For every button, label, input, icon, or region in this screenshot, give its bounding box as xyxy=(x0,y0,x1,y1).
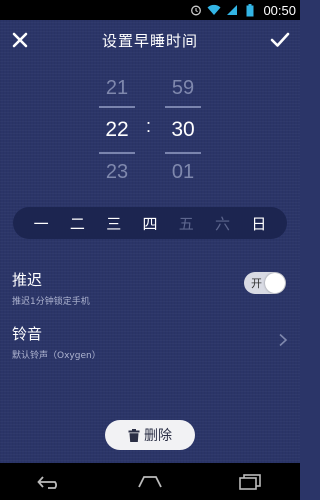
navigation-bar xyxy=(0,463,300,500)
battery-icon xyxy=(243,3,257,17)
delete-button[interactable]: 删除 xyxy=(105,420,195,450)
picker-divider xyxy=(165,106,201,108)
confirm-button[interactable] xyxy=(266,26,294,54)
minute-picker[interactable]: 59 30 01 xyxy=(162,70,204,190)
minute-next[interactable]: 01 xyxy=(162,154,204,190)
close-button[interactable] xyxy=(6,26,34,54)
delete-label: 删除 xyxy=(144,428,172,444)
hour-picker[interactable]: 21 22 23 xyxy=(96,70,138,190)
top-bar: 设置早睡时间 xyxy=(0,22,300,58)
status-time: 00:50 xyxy=(263,2,296,18)
picker-divider xyxy=(99,152,135,154)
weekday-sat[interactable]: 六 xyxy=(211,213,235,234)
weekday-thu[interactable]: 四 xyxy=(138,213,162,234)
time-picker: 21 22 23 : 59 30 01 xyxy=(0,70,300,190)
snooze-description: 推迟1分钟锁定手机 xyxy=(12,297,90,307)
weekday-fri[interactable]: 五 xyxy=(174,213,198,234)
alarm-settings-screen: 00:50 设置早睡时间 21 22 23 : 59 30 01 一 二 三 四… xyxy=(0,0,300,500)
weekday-wed[interactable]: 三 xyxy=(102,213,126,234)
trash-icon xyxy=(128,428,140,442)
recent-apps-button[interactable] xyxy=(230,469,270,495)
minute-selected[interactable]: 30 xyxy=(162,112,204,148)
alarm-icon xyxy=(189,3,203,17)
weekday-sun[interactable]: 日 xyxy=(247,213,271,234)
home-button[interactable] xyxy=(130,469,170,495)
wifi-icon xyxy=(207,3,221,17)
picker-divider xyxy=(165,152,201,154)
hour-prev[interactable]: 21 xyxy=(96,70,138,106)
hour-next[interactable]: 23 xyxy=(96,154,138,190)
weekday-selector: 一 二 三 四 五 六 日 xyxy=(13,207,287,239)
close-icon xyxy=(12,32,28,48)
picker-divider xyxy=(99,106,135,108)
weekday-mon[interactable]: 一 xyxy=(29,213,53,234)
hour-selected[interactable]: 22 xyxy=(96,112,138,148)
chevron-right-icon[interactable] xyxy=(278,333,288,347)
status-bar: 00:50 xyxy=(0,0,300,20)
back-icon xyxy=(37,475,58,489)
toggle-knob xyxy=(265,273,285,293)
ringtone-setting[interactable]: 铃音 默认铃声（Oxygen） xyxy=(12,323,290,361)
time-separator: : xyxy=(146,116,152,136)
back-button[interactable] xyxy=(30,469,70,495)
snooze-toggle[interactable]: 开 xyxy=(244,272,286,294)
page-title: 设置早睡时间 xyxy=(101,31,198,50)
check-icon xyxy=(270,32,290,47)
signal-icon xyxy=(225,3,239,17)
recent-apps-icon xyxy=(239,473,261,490)
home-icon xyxy=(138,475,162,487)
ringtone-label: 铃音 xyxy=(12,325,43,343)
toggle-label: 开 xyxy=(251,277,262,290)
minute-prev[interactable]: 59 xyxy=(162,70,204,106)
ringtone-description: 默认铃声（Oxygen） xyxy=(12,351,101,361)
weekday-tue[interactable]: 二 xyxy=(65,213,89,234)
